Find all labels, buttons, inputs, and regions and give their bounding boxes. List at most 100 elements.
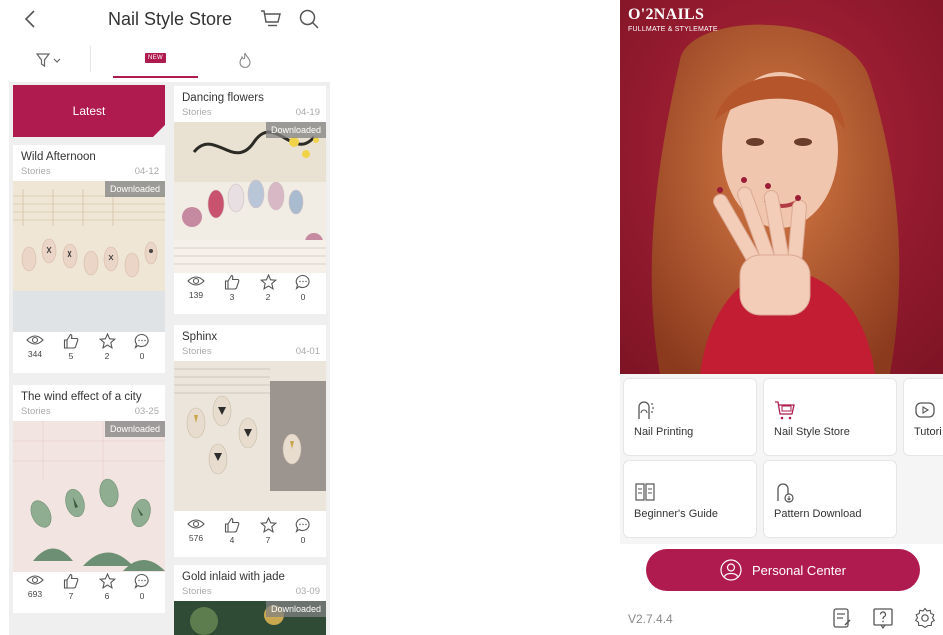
nail-printing-icon [638, 401, 654, 419]
downloaded-badge: Downloaded [104, 421, 165, 437]
favorites-count: 2 [265, 292, 271, 302]
gear-icon[interactable] [914, 607, 936, 629]
star-icon [98, 333, 116, 349]
comments-stat[interactable]: 0 [127, 573, 157, 601]
thumbs-up-icon [224, 517, 240, 533]
comments-stat[interactable]: 0 [127, 333, 157, 361]
card-title: Wild Afternoon [21, 151, 96, 163]
store-header: Nail Style Store [0, 0, 335, 40]
comment-icon [295, 274, 310, 290]
tab-hot[interactable] [225, 40, 265, 80]
help-icon[interactable] [872, 607, 894, 629]
tile-label: Tutori [914, 426, 942, 438]
downloaded-badge: Downloaded [265, 601, 326, 617]
brand-subtitle: FULLMATE & STYLEMATE [628, 26, 718, 33]
favorites-stat[interactable]: 2 [92, 333, 122, 361]
comment-icon [295, 517, 310, 533]
views-stat: 139 [181, 274, 211, 300]
nail-style-store-tile[interactable]: Nail Style Store [763, 378, 897, 456]
banner-corner [153, 125, 165, 137]
nail-photo [13, 421, 165, 572]
hero-banner[interactable]: O'2NAILS FULLMATE & STYLEMATE [620, 0, 943, 374]
thumbs-up-icon [63, 573, 79, 589]
card-image: Downloaded [13, 181, 165, 332]
views-count: 693 [27, 589, 43, 599]
comments-count: 0 [139, 591, 145, 601]
eye-icon [187, 276, 205, 286]
thumbs-up-icon [224, 274, 240, 290]
favorites-stat[interactable]: 2 [253, 274, 283, 302]
comments-stat[interactable]: 0 [288, 517, 318, 545]
nail-printing-tile[interactable]: Nail Printing [623, 378, 757, 456]
views-count: 139 [188, 290, 204, 300]
favorites-count: 7 [265, 535, 271, 545]
nail-style-store-screen: Nail Style Store NEW Latest Wild Afterno… [0, 0, 335, 635]
star-icon [98, 573, 116, 589]
cart-icon[interactable] [260, 9, 282, 29]
card-title: The wind effect of a city [21, 391, 142, 403]
views-stat: 693 [20, 573, 50, 599]
beginners-guide-tile[interactable]: Beginner's Guide [623, 460, 757, 538]
tutorial-tile[interactable]: Tutori [903, 378, 943, 456]
eye-icon [187, 519, 205, 529]
card-category: Stories [182, 107, 212, 118]
favorites-stat[interactable]: 7 [253, 517, 283, 545]
style-card[interactable]: Gold inlaid with jade Stories 03-09 Down… [174, 565, 326, 635]
views-count: 344 [27, 349, 43, 359]
card-stats: 139 3 2 0 [174, 268, 326, 314]
views-count: 576 [188, 533, 204, 543]
store-tabs: NEW [0, 40, 335, 80]
likes-stat[interactable]: 4 [217, 517, 247, 545]
tile-label: Beginner's Guide [634, 508, 719, 520]
card-category: Stories [21, 166, 51, 177]
eye-icon [26, 575, 44, 585]
search-icon[interactable] [298, 8, 320, 30]
favorites-stat[interactable]: 6 [92, 573, 122, 601]
style-card[interactable]: The wind effect of a city Stories 03-25 [13, 385, 165, 613]
likes-count: 5 [68, 351, 74, 361]
latest-banner[interactable]: Latest [13, 85, 165, 137]
comments-stat[interactable]: 0 [288, 274, 318, 302]
feedback-icon[interactable] [831, 607, 853, 629]
brand-logo: O'2NAILS [628, 6, 705, 23]
card-category: Stories [21, 406, 51, 417]
nail-photo [13, 181, 165, 332]
star-icon [259, 517, 277, 533]
style-card[interactable]: Wild Afternoon Stories 04-12 Downloaded … [13, 145, 165, 373]
app-version: V2.7.4.4 [628, 612, 673, 626]
eye-icon [26, 335, 44, 345]
filter-icon [35, 53, 61, 68]
filter-tab[interactable] [30, 40, 70, 80]
style-feed[interactable]: Latest Wild Afternoon Stories 04-12 Down… [9, 82, 330, 635]
card-date: 04-01 [295, 346, 320, 357]
comments-count: 0 [300, 535, 306, 545]
personal-center-button[interactable]: Personal Center [646, 549, 920, 591]
comment-icon [134, 573, 149, 589]
pattern-download-tile[interactable]: Pattern Download [763, 460, 897, 538]
views-stat: 576 [181, 517, 211, 543]
style-card[interactable]: Sphinx Stories 04-01 576 4 7 0 [174, 325, 326, 557]
card-date: 03-25 [134, 406, 159, 417]
likes-stat[interactable]: 5 [56, 333, 86, 361]
style-card[interactable]: Dancing flowers Stories 04-19 Downloaded… [174, 86, 326, 314]
tile-label: Pattern Download [774, 508, 862, 520]
user-icon [720, 559, 742, 581]
card-title: Gold inlaid with jade [182, 571, 285, 583]
card-category: Stories [182, 586, 212, 597]
likes-count: 3 [229, 292, 235, 302]
likes-count: 4 [229, 535, 235, 545]
thumbs-up-icon [63, 333, 79, 349]
tab-divider [90, 46, 91, 72]
tile-label: Nail Style Store [774, 426, 850, 438]
card-image [174, 361, 326, 511]
new-badge: NEW [145, 53, 166, 63]
likes-stat[interactable]: 7 [56, 573, 86, 601]
card-date: 04-12 [134, 166, 159, 177]
likes-stat[interactable]: 3 [217, 274, 247, 302]
likes-count: 7 [68, 591, 74, 601]
card-image: Downloaded [174, 122, 326, 273]
tab-new[interactable]: NEW [113, 40, 198, 78]
comments-count: 0 [300, 292, 306, 302]
page-title: Nail Style Store [107, 9, 233, 29]
card-title: Dancing flowers [182, 92, 264, 104]
